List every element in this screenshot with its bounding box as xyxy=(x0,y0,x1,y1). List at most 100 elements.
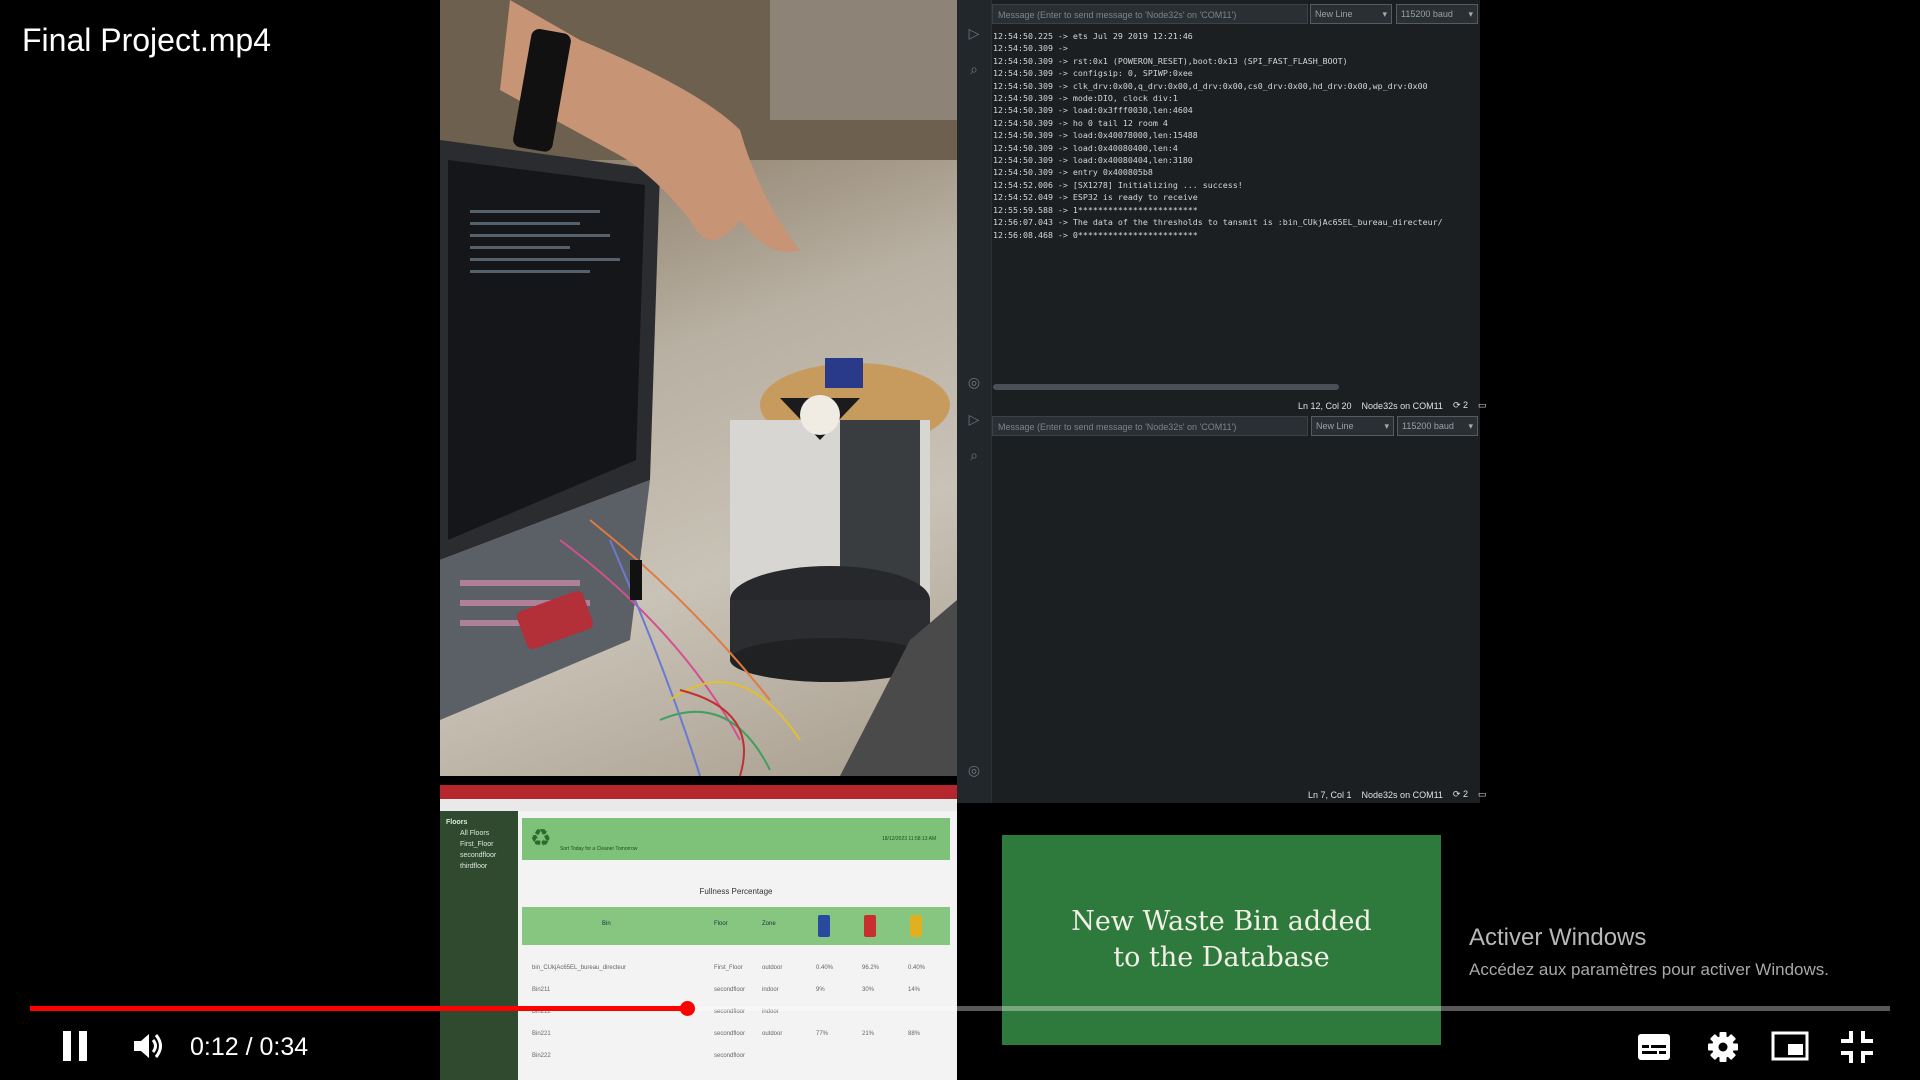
status-bar-top: Ln 12, Col 20 Node32s on COM11 ⟳ 2 ▭ xyxy=(1298,400,1487,411)
red-bin-icon xyxy=(864,915,876,937)
exit-fullscreen-icon xyxy=(1841,1031,1873,1063)
volume-button[interactable] xyxy=(132,1031,166,1061)
table-cell: indoor xyxy=(762,987,779,993)
current-time: 0:12 xyxy=(190,1033,239,1061)
settings-gear-icon xyxy=(1708,1032,1738,1062)
dashboard-sidebar: Floors All Floors First_Floor secondfloo… xyxy=(440,811,518,1080)
progress-bar[interactable] xyxy=(30,1001,1890,1016)
table-cell: secondfloor xyxy=(714,987,746,993)
table-cell: 77% xyxy=(816,1031,829,1037)
table-cell: 9% xyxy=(816,987,825,993)
subtitles-button[interactable] xyxy=(1637,1033,1671,1061)
progress-played xyxy=(30,1006,687,1011)
col-floor: Floor xyxy=(714,921,728,927)
table-cell: 30% xyxy=(862,987,875,993)
browser-tab-bar xyxy=(440,785,957,799)
board-port: Node32s on COM11 xyxy=(1361,400,1443,411)
banner-text: New Waste Bin added to the Database xyxy=(1071,906,1372,973)
log-line: 12:54:52.049 -> ESP32 is ready to receiv… xyxy=(993,192,1198,203)
notification-count-bottom[interactable]: ⟳ 2 xyxy=(1453,789,1468,800)
horizontal-scrollbar[interactable] xyxy=(993,384,1339,390)
header-date: 18/12/2023 11:58:13 AM xyxy=(882,836,937,842)
search-icon-2[interactable]: ⌕ xyxy=(965,446,983,464)
sidebar-item-thirdfloor[interactable]: thirdfloor xyxy=(440,863,518,870)
ide-activity-bar: ▷ ⌕ ◎ ▷ ⌕ ◎ xyxy=(957,0,992,803)
dashboard-recording: Floors All Floors First_Floor secondfloo… xyxy=(440,785,957,1080)
log-line: 12:56:08.468 -> 0***********************… xyxy=(993,229,1198,240)
line-ending-select-top[interactable]: New Line xyxy=(1310,4,1392,24)
table-cell: Bin221 xyxy=(532,1031,551,1037)
table-cell: 14% xyxy=(908,987,921,993)
time-display: 0:12 / 0:34 xyxy=(190,1033,309,1061)
exit-fullscreen-button[interactable] xyxy=(1840,1030,1874,1064)
log-line: 12:54:50.309 -> rst:0x1 (POWERON_RESET),… xyxy=(993,55,1348,66)
miniplayer-icon xyxy=(1771,1031,1809,1061)
account-icon-2[interactable]: ◎ xyxy=(965,761,983,779)
log-line: 12:54:50.309 -> mode:DIO, clock div:1 xyxy=(993,93,1178,104)
footage-illustration xyxy=(440,0,957,776)
miniplayer-button[interactable] xyxy=(1771,1031,1809,1061)
panel-toggle-icon[interactable]: ▭ xyxy=(1478,400,1487,411)
watermark-title: Activer Windows xyxy=(1469,924,1647,951)
table-row[interactable]: Bin221 secondfloor outdoor 77% 21% 88% xyxy=(522,1027,950,1047)
sidebar-item-first-floor[interactable]: First_Floor xyxy=(440,841,518,848)
col-zone: Zone xyxy=(762,921,776,927)
message-input-top[interactable]: Message (Enter to send message to 'Node3… xyxy=(992,4,1308,24)
status-bar-bottom: Ln 7, Col 1 Node32s on COM11 ⟳ 2 ▭ xyxy=(1308,789,1487,800)
watermark-subtitle: Accédez aux paramètres pour activer Wind… xyxy=(1469,960,1829,979)
progress-scrubber-handle[interactable] xyxy=(679,1001,695,1016)
settings-button[interactable] xyxy=(1706,1030,1740,1064)
baud-select-bottom[interactable]: 115200 baud xyxy=(1397,416,1478,436)
table-row[interactable]: Bin211 secondfloor indoor 9% 30% 14% xyxy=(522,983,950,1003)
volume-icon xyxy=(134,1034,162,1058)
log-line: 12:54:50.225 -> ets Jul 29 2019 12:21:46 xyxy=(993,31,1193,41)
log-line: 12:54:50.309 -> clk_drv:0x00,q_drv:0x00,… xyxy=(993,80,1428,91)
debug-icon-2[interactable]: ▷ xyxy=(965,410,983,428)
sidebar-item-all-floors[interactable]: All Floors xyxy=(440,830,518,837)
header-tagline: Sort Today for a Cleaner Tomorrow xyxy=(560,846,638,852)
log-line: 12:54:52.006 -> [SX1278] Initializing ..… xyxy=(993,179,1243,190)
table-cell: outdoor xyxy=(762,965,783,971)
pause-button[interactable] xyxy=(60,1028,90,1064)
table-header: Bin Floor Zone xyxy=(522,907,950,945)
message-input-bottom[interactable]: Message (Enter to send message to 'Node3… xyxy=(992,416,1308,436)
serial-output-log: 12:54:50.225 -> ets Jul 29 2019 12:21:46… xyxy=(993,30,1478,241)
board-port-bottom: Node32s on COM11 xyxy=(1361,789,1443,800)
log-line: 12:54:50.309 -> ho 0 tail 12 room 4 xyxy=(993,117,1168,128)
blue-bin-icon xyxy=(818,915,830,937)
browser-url-bar xyxy=(440,799,957,811)
baud-select-top[interactable]: 115200 baud xyxy=(1396,4,1478,24)
log-line: 12:54:50.309 -> load:0x3fff0030,len:4604 xyxy=(993,105,1193,116)
section-title: Fullness Percentage xyxy=(699,887,773,896)
pause-icon xyxy=(63,1031,87,1061)
search-icon[interactable]: ⌕ xyxy=(965,60,983,78)
table-cell: outdoor xyxy=(762,1031,783,1037)
table-cell: Bin211 xyxy=(532,987,551,993)
account-icon[interactable]: ◎ xyxy=(965,373,983,391)
subtitles-icon xyxy=(1638,1034,1670,1060)
table-row[interactable]: bin_CUkjAc65EL_bureau_directeur First_Flo… xyxy=(522,961,950,981)
log-line: 12:54:50.309 -> configsip: 0, SPIWP:0xee xyxy=(993,68,1193,79)
duration: 0:34 xyxy=(259,1033,309,1061)
log-line: 12:54:50.309 -> load:0x40078000,len:1548… xyxy=(993,130,1198,141)
cursor-position-bottom: Ln 7, Col 1 xyxy=(1308,789,1352,800)
notification-count[interactable]: ⟳ 2 xyxy=(1453,400,1468,411)
log-line: 12:54:50.309 -> xyxy=(993,43,1068,54)
camera-footage xyxy=(440,0,957,776)
log-line: 12:54:50.309 -> load:0x40080404,len:3180 xyxy=(993,155,1193,166)
table-cell: bin_CUkjAc65EL_bureau_directeur xyxy=(532,965,627,971)
table-cell: 21% xyxy=(862,1031,875,1037)
table-cell: 0.40% xyxy=(908,965,926,971)
debug-icon[interactable]: ▷ xyxy=(965,24,983,42)
panel-toggle-icon-bottom[interactable]: ▭ xyxy=(1478,789,1487,800)
sidebar-item-secondfloor[interactable]: secondfloor xyxy=(440,852,518,859)
sidebar-title: Floors xyxy=(446,819,468,826)
table-cell: First_Floor xyxy=(714,965,743,971)
table-cell: secondfloor xyxy=(714,1031,746,1037)
table-cell: Bin222 xyxy=(532,1053,551,1059)
line-ending-select-bottom[interactable]: New Line xyxy=(1311,416,1394,436)
log-line: 12:56:07.043 -> The data of the threshol… xyxy=(993,217,1443,228)
table-cell: 88% xyxy=(908,1031,921,1037)
dashboard-header: ♻ Sort Today for a Cleaner Tomorrow 18/1… xyxy=(522,818,950,860)
table-row[interactable]: Bin222 secondfloor xyxy=(522,1049,950,1069)
